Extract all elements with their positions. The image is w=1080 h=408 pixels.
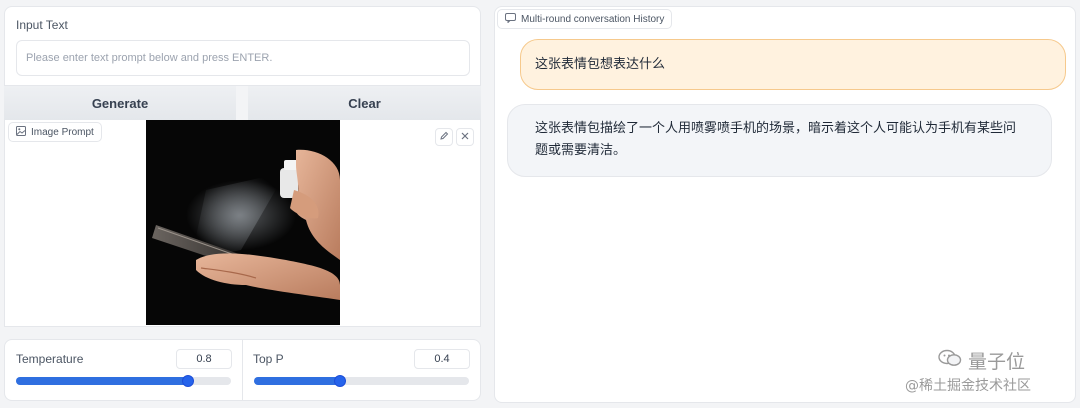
chat-history-panel: Multi-round conversation History 这张表情包想表… [494,6,1076,403]
top-p-slider[interactable] [254,375,469,387]
chat-icon [505,12,516,26]
temperature-slider[interactable] [16,375,231,387]
divider [242,340,243,401]
temperature-slider-thumb[interactable] [182,375,194,387]
prompt-image [146,120,340,325]
temperature-label: Temperature [16,352,84,366]
image-icon [16,125,26,139]
temperature-slider-fill [16,377,188,385]
pencil-icon [439,128,449,146]
watermark-brand: 量子位 [938,347,1068,374]
top-p-slider-fill [254,377,340,385]
temperature-number-input[interactable]: 0.8 [176,349,232,369]
user-message: 这张表情包想表达什么 [520,39,1066,90]
top-p-slider-thumb[interactable] [334,375,346,387]
chat-history-label: Multi-round conversation History [521,13,665,25]
generate-button[interactable]: Generate [4,86,236,120]
top-p-label: Top P [253,352,284,366]
assistant-message: 这张表情包描绘了一个人用喷雾喷手机的场景，暗示着这个人可能认为手机有某些问题或需… [507,104,1052,177]
phone-spray-photo [146,120,340,325]
image-prompt-tag: Image Prompt [8,122,102,142]
input-text-panel: Input Text [4,6,481,86]
remove-image-button[interactable] [456,128,474,146]
watermark-line1: 量子位 [968,351,1026,373]
image-prompt-panel: Image Prompt [4,120,481,327]
close-icon [460,128,470,146]
top-p-number-input[interactable]: 0.4 [414,349,470,369]
parameters-panel: Temperature 0.8 Top P 0.4 [4,339,481,401]
watermark-line2: @稀土掘金技术社区 [905,378,1031,394]
input-text-label: Input Text [16,18,68,32]
image-prompt-label: Image Prompt [31,126,94,138]
prompt-input[interactable] [16,40,470,76]
chat-history-tag: Multi-round conversation History [497,9,673,29]
edit-image-button[interactable] [435,128,453,146]
clear-button[interactable]: Clear [248,86,481,120]
wechat-icon [938,349,962,372]
